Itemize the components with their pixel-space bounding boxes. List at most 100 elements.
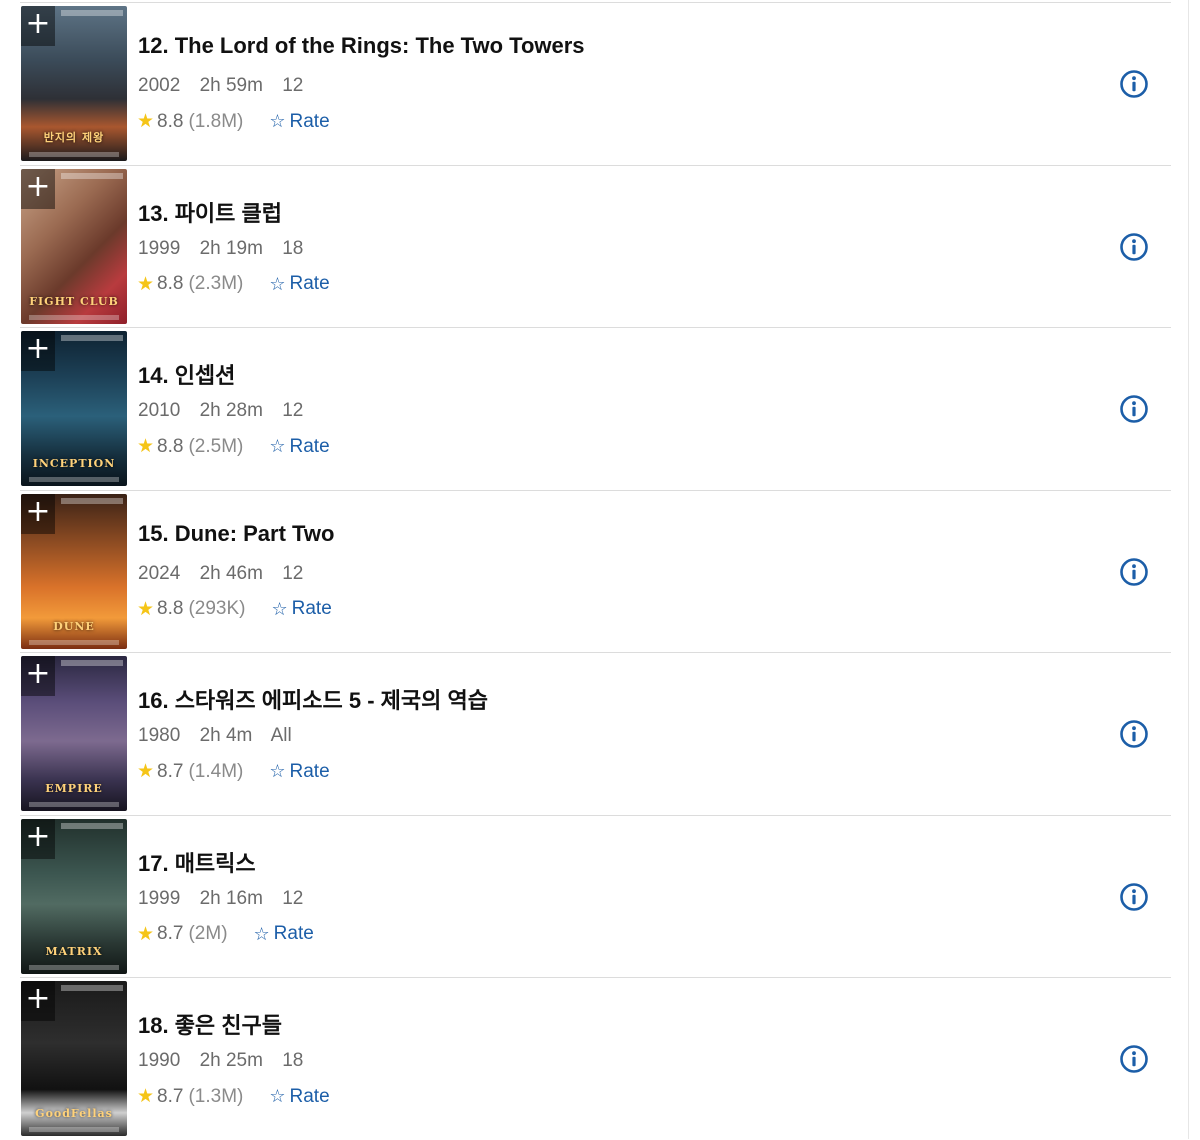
poster-billing bbox=[29, 477, 119, 482]
info-icon[interactable] bbox=[1119, 1044, 1149, 1074]
list-item: DUNE + 15. Dune: Part Two 2024 2h 46m 12… bbox=[20, 489, 1171, 653]
star-outline-icon: ☆ bbox=[271, 598, 288, 619]
add-to-watchlist-button[interactable]: + bbox=[21, 656, 55, 696]
poster-image[interactable]: GoodFellas + bbox=[21, 981, 127, 1136]
movie-title-link[interactable]: 17. 매트릭스 bbox=[138, 846, 256, 878]
movie-title-link[interactable]: 12. The Lord of the Rings: The Two Tower… bbox=[138, 33, 585, 59]
list-item: 반지의 제왕 + 12. The Lord of the Rings: The … bbox=[20, 2, 1171, 165]
poster-image[interactable]: EMPIRE + bbox=[21, 656, 127, 811]
add-to-watchlist-button[interactable]: + bbox=[21, 168, 55, 209]
certificate: 12 bbox=[282, 75, 304, 96]
release-year: 1990 bbox=[138, 1050, 181, 1071]
movie-metadata: 1999 2h 16m 12 bbox=[138, 888, 317, 910]
release-year: 2024 bbox=[138, 562, 181, 584]
poster-image[interactable]: INCEPTION + bbox=[21, 331, 127, 486]
info-icon[interactable] bbox=[1119, 557, 1149, 587]
poster-credits bbox=[61, 172, 123, 179]
add-to-watchlist-button[interactable]: + bbox=[21, 981, 55, 1021]
plus-icon: + bbox=[25, 168, 51, 204]
runtime: 2h 28m bbox=[199, 400, 263, 421]
imdb-rating: 8.8 bbox=[157, 273, 184, 294]
movie-metadata: 1999 2h 19m 18 bbox=[138, 238, 317, 260]
info-icon[interactable] bbox=[1119, 69, 1149, 99]
rating-line: ★ 8.8 (1.8M) ☆ Rate bbox=[137, 110, 330, 133]
imdb-rating: 8.7 bbox=[157, 923, 184, 944]
poster-title-art: FIGHT CLUB bbox=[29, 294, 119, 308]
rate-button[interactable]: ☆ Rate bbox=[269, 273, 329, 295]
movie-title-link[interactable]: 16. 스타워즈 에피소드 5 - 제국의 역습 bbox=[138, 683, 488, 715]
poster-credits bbox=[61, 497, 123, 504]
star-outline-icon: ☆ bbox=[269, 436, 286, 456]
list-item: FIGHT CLUB + 13. 파이트 클럽 1999 2h 19m 18 ★… bbox=[20, 164, 1171, 328]
movie-title-link[interactable]: 18. 좋은 친구들 bbox=[138, 1008, 282, 1040]
rating-line: ★ 8.7 (2M) ☆ Rate bbox=[137, 923, 314, 946]
vote-count: (2M) bbox=[188, 923, 228, 944]
runtime: 2h 46m bbox=[199, 562, 263, 584]
plus-icon: + bbox=[25, 493, 51, 529]
star-icon: ★ bbox=[137, 436, 155, 457]
movie-metadata: 2010 2h 28m 12 bbox=[138, 400, 317, 422]
list-item: EMPIRE + 16. 스타워즈 에피소드 5 - 제국의 역습 1980 2… bbox=[20, 652, 1171, 815]
poster-image[interactable]: FIGHT CLUB + bbox=[21, 168, 127, 324]
release-year: 1999 bbox=[138, 237, 181, 259]
add-to-watchlist-button[interactable]: + bbox=[21, 493, 55, 534]
runtime: 2h 25m bbox=[199, 1050, 263, 1071]
plus-icon: + bbox=[25, 331, 51, 366]
add-to-watchlist-button[interactable]: + bbox=[21, 818, 55, 859]
poster-image[interactable]: 반지의 제왕 + bbox=[21, 6, 127, 161]
info-icon[interactable] bbox=[1119, 394, 1149, 424]
rate-label: Rate bbox=[289, 1085, 330, 1107]
star-outline-icon: ☆ bbox=[269, 111, 286, 131]
star-outline-icon: ☆ bbox=[253, 923, 270, 944]
rate-label: Rate bbox=[291, 598, 332, 619]
plus-icon: + bbox=[25, 6, 51, 41]
poster-billing bbox=[29, 1127, 119, 1132]
vote-count: (293K) bbox=[188, 598, 246, 619]
movie-metadata: 1990 2h 25m 18 bbox=[138, 1050, 317, 1072]
rate-button[interactable]: ☆ Rate bbox=[272, 598, 332, 620]
imdb-rating: 8.8 bbox=[157, 110, 184, 132]
vote-count: (1.4M) bbox=[188, 760, 244, 782]
movie-metadata: 1980 2h 4m All bbox=[138, 725, 306, 747]
star-icon: ★ bbox=[137, 761, 155, 782]
poster-image[interactable]: DUNE + bbox=[21, 493, 127, 649]
poster-billing bbox=[29, 314, 119, 320]
info-icon[interactable] bbox=[1119, 882, 1149, 912]
add-to-watchlist-button[interactable]: + bbox=[21, 6, 55, 46]
rate-label: Rate bbox=[289, 110, 330, 132]
info-icon[interactable] bbox=[1119, 232, 1149, 262]
star-icon: ★ bbox=[137, 598, 155, 620]
info-icon[interactable] bbox=[1119, 719, 1149, 749]
release-year: 1999 bbox=[138, 887, 181, 909]
rate-button[interactable]: ☆ Rate bbox=[269, 111, 329, 133]
release-year: 1980 bbox=[138, 725, 181, 746]
movie-title-link[interactable]: 15. Dune: Part Two bbox=[138, 521, 334, 547]
star-icon: ★ bbox=[137, 273, 155, 295]
rating-line: ★ 8.7 (1.4M) ☆ Rate bbox=[137, 760, 330, 783]
poster-title-art: INCEPTION bbox=[32, 457, 116, 470]
rate-button[interactable]: ☆ Rate bbox=[254, 923, 314, 945]
release-year: 2010 bbox=[138, 400, 181, 421]
poster-credits bbox=[61, 10, 123, 16]
add-to-watchlist-button[interactable]: + bbox=[21, 331, 55, 371]
imdb-rating: 8.8 bbox=[157, 598, 184, 619]
star-outline-icon: ☆ bbox=[269, 761, 286, 781]
list-item: INCEPTION + 14. 인셉션 2010 2h 28m 12 ★ 8.8… bbox=[20, 327, 1171, 490]
poster-title-art: EMPIRE bbox=[45, 782, 103, 795]
star-outline-icon: ☆ bbox=[269, 1086, 286, 1106]
certificate: All bbox=[270, 725, 292, 746]
imdb-rating: 8.8 bbox=[157, 435, 184, 457]
rate-button[interactable]: ☆ Rate bbox=[269, 436, 329, 458]
movie-title-link[interactable]: 14. 인셉션 bbox=[138, 358, 235, 390]
poster-image[interactable]: MATRIX + bbox=[21, 818, 127, 974]
plus-icon: + bbox=[25, 656, 51, 691]
poster-billing bbox=[29, 152, 119, 157]
rate-label: Rate bbox=[273, 923, 314, 944]
runtime: 2h 16m bbox=[199, 887, 263, 909]
rate-button[interactable]: ☆ Rate bbox=[269, 1086, 329, 1108]
rate-button[interactable]: ☆ Rate bbox=[269, 761, 329, 783]
movie-title-link[interactable]: 13. 파이트 클럽 bbox=[138, 196, 282, 228]
rating-line: ★ 8.8 (2.3M) ☆ Rate bbox=[137, 273, 330, 296]
imdb-rating: 8.7 bbox=[157, 1085, 184, 1107]
certificate: 18 bbox=[282, 1050, 304, 1071]
